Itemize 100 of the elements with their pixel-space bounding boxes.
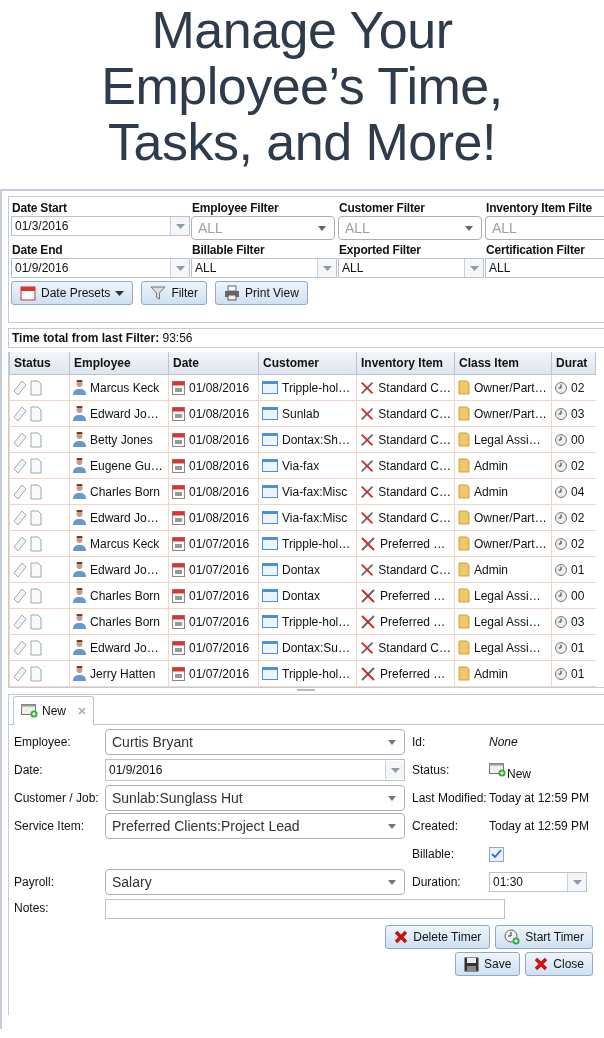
date-text: 01/07/2016 <box>189 640 250 655</box>
inventory-item: Standard C… <box>378 484 451 499</box>
filter-field[interactable]: ALL <box>338 258 484 278</box>
date-text: 01/08/2016 <box>189 432 250 447</box>
class-item: Legal Assi… <box>474 432 541 447</box>
field-label: Service Item: <box>14 819 86 833</box>
billable-checkbox[interactable] <box>489 846 504 862</box>
clock-icon <box>555 407 567 420</box>
field-label: Id: <box>411 735 427 749</box>
clock-icon <box>555 537 567 550</box>
dropdown-arrow-icon <box>388 795 396 801</box>
employee-name: Eugene Gu… <box>90 458 163 473</box>
dropdown-arrow-icon <box>388 739 396 745</box>
inventory-item: Standard C… <box>378 432 451 447</box>
window-icon <box>262 511 278 524</box>
new-tab[interactable]: New <box>13 696 94 725</box>
inventory-item: Standard C… <box>378 562 451 577</box>
clock-icon <box>555 615 567 628</box>
folder-icon <box>458 458 470 473</box>
window-icon <box>262 563 278 576</box>
tag-icon <box>13 379 27 396</box>
action-button[interactable]: Close <box>525 952 593 976</box>
tag-icon <box>13 535 27 552</box>
printer-icon <box>224 285 241 301</box>
clock-icon <box>555 433 567 446</box>
duration-text: 04 <box>571 484 585 499</box>
tag-icon <box>13 665 27 682</box>
filter-label: Billable Filter <box>192 242 266 258</box>
column-header[interactable]: Employee <box>69 352 169 375</box>
date-text: 01/07/2016 <box>189 614 250 629</box>
tag-icon <box>13 483 27 500</box>
calendar-icon <box>172 406 185 421</box>
dropdown-arrow-icon <box>175 265 185 271</box>
column-header[interactable]: Inventory Item <box>356 352 455 375</box>
calendar-icon <box>20 285 36 301</box>
tag-icon <box>13 509 27 526</box>
person-icon <box>73 588 86 603</box>
document-icon <box>30 613 42 630</box>
column-header[interactable]: Date <box>168 352 259 375</box>
field-label: Employee: <box>14 735 72 749</box>
inventory-item: Preferred … <box>380 536 446 551</box>
customer-name: Dontax:Su… <box>282 640 351 655</box>
toolbar-button[interactable]: Filter <box>141 281 208 305</box>
action-button[interactable]: Delete Timer <box>385 925 491 949</box>
action-button[interactable]: Save <box>454 952 521 976</box>
clock-icon <box>555 589 567 602</box>
dropdown-field[interactable]: Salary <box>105 869 405 895</box>
filter-field[interactable]: 01/9/2016 <box>11 258 190 278</box>
column-header[interactable]: Customer <box>258 352 357 375</box>
dropdown-field[interactable]: Sunlab:Sunglass Hut <box>105 785 405 811</box>
column-header[interactable]: Class Item <box>454 352 552 375</box>
person-icon <box>73 406 86 421</box>
calendar-icon <box>172 380 185 395</box>
filter-label: Employee Filter <box>192 200 280 216</box>
filter-label: Inventory Item Filte <box>486 200 594 216</box>
document-icon <box>30 561 42 578</box>
field-label: Created: <box>411 819 460 833</box>
person-icon <box>73 380 86 395</box>
field-label: Status: <box>411 763 451 777</box>
dropdown-field[interactable]: Curtis Bryant <box>105 729 405 755</box>
funnel-icon <box>150 285 167 301</box>
date-text: 01/07/2016 <box>189 666 250 681</box>
person-icon <box>73 510 86 525</box>
filter-field[interactable]: 01/3/2016 <box>11 216 190 236</box>
filter-field[interactable]: ALL <box>485 258 604 278</box>
inventory-item: Preferred … <box>380 666 446 681</box>
customer-name: Via-fax:Misc <box>282 484 348 499</box>
time-total: Time total from last Filter: 93:56 <box>8 328 604 348</box>
clock-icon <box>555 485 567 498</box>
toolbar-button[interactable]: Date Presets <box>11 281 134 305</box>
dropdown-field[interactable]: Preferred Clients:Project Lead <box>105 813 405 839</box>
employee-name: Charles Born <box>90 588 161 603</box>
close-icon[interactable] <box>78 707 86 715</box>
field-label: Date: <box>14 763 44 777</box>
splitter-handle[interactable] <box>297 689 315 691</box>
calendar-icon <box>172 432 185 447</box>
window-icon <box>262 459 278 472</box>
duration-text: 03 <box>571 614 585 629</box>
person-icon <box>73 640 86 655</box>
notes-field[interactable] <box>105 899 505 919</box>
person-icon <box>73 432 86 447</box>
date-field[interactable]: 01/9/2016 <box>105 759 405 781</box>
class-item: Admin <box>474 484 508 499</box>
filter-field[interactable]: ALL <box>191 258 337 278</box>
calendar-icon <box>172 484 185 499</box>
duration-field[interactable]: 01:30 <box>489 872 587 892</box>
field-label: Notes: <box>14 901 50 915</box>
document-icon <box>30 535 42 552</box>
inventory-item: Preferred … <box>380 614 446 629</box>
duration-text: 02 <box>571 458 585 473</box>
folder-icon <box>458 406 470 421</box>
clock-icon <box>555 459 567 472</box>
document-icon <box>30 431 42 448</box>
clock-icon <box>555 563 567 576</box>
column-header[interactable]: Status <box>9 352 70 375</box>
new-window-icon <box>21 704 38 718</box>
action-button[interactable]: Start Timer <box>495 925 593 949</box>
x-icon <box>394 930 409 944</box>
toolbar-button[interactable]: Print View <box>215 281 308 305</box>
column-header[interactable]: Durat <box>551 352 596 375</box>
